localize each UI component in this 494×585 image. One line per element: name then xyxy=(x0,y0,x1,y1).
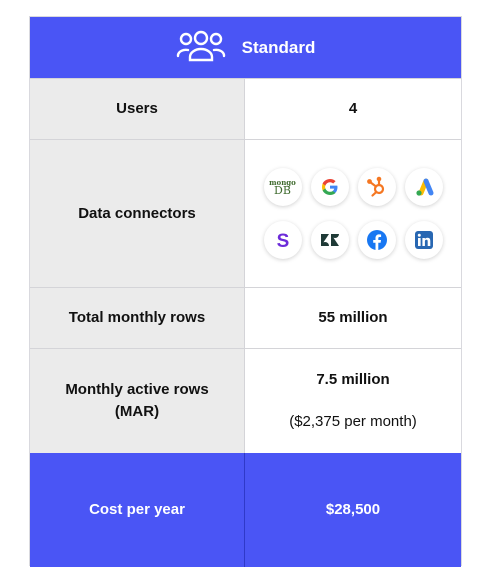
users-row: Users 4 xyxy=(30,78,461,139)
connectors-row: Data connectors mongo DB S xyxy=(30,139,461,287)
google-ads-icon xyxy=(404,168,443,206)
stripe-icon: S xyxy=(263,221,302,259)
connectors-label: Data connectors xyxy=(30,140,245,287)
plan-header: Standard xyxy=(30,17,461,78)
users-value: 4 xyxy=(245,79,461,139)
mar-value: 7.5 million xyxy=(316,371,390,388)
connectors-cell: mongo DB S xyxy=(245,140,461,287)
svg-text:S: S xyxy=(276,231,289,250)
mar-row: Monthly active rows (MAR) 7.5 million ($… xyxy=(30,348,461,453)
cost-value: $28,500 xyxy=(245,453,461,567)
cost-row: Cost per year $28,500 xyxy=(30,453,461,567)
mar-cell: 7.5 million ($2,375 per month) xyxy=(245,349,461,453)
linkedin-icon xyxy=(404,221,443,259)
cost-label: Cost per year xyxy=(30,453,245,567)
mar-label: Monthly active rows (MAR) xyxy=(30,349,245,453)
mar-monthly-cost: ($2,375 per month) xyxy=(289,413,417,430)
users-group-icon xyxy=(176,28,226,67)
google-icon xyxy=(310,168,349,206)
total-rows-row: Total monthly rows 55 million xyxy=(30,287,461,348)
plan-title: Standard xyxy=(241,37,316,57)
mongodb-icon: mongo DB xyxy=(263,168,302,206)
users-label: Users xyxy=(30,79,245,139)
facebook-icon xyxy=(357,221,396,259)
total-rows-label: Total monthly rows xyxy=(30,288,245,348)
total-rows-value: 55 million xyxy=(245,288,461,348)
hubspot-icon xyxy=(357,168,396,206)
pricing-card: Standard Users 4 Data connectors mongo DB xyxy=(29,16,462,567)
zendesk-icon xyxy=(310,221,349,259)
connector-grid: mongo DB S xyxy=(263,168,443,259)
